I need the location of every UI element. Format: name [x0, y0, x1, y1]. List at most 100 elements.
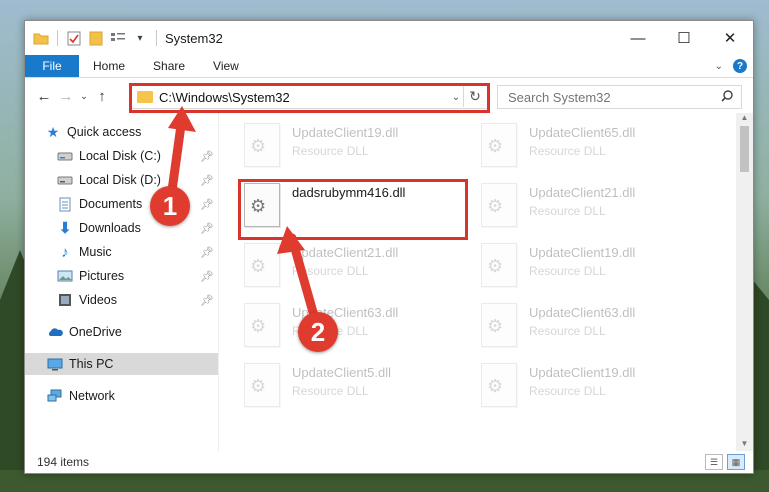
file-name: UpdateClient19.dll: [529, 245, 636, 260]
tab-view[interactable]: View: [199, 55, 253, 77]
music-icon: ♪: [61, 243, 69, 261]
sidebar-item-local-disk-d[interactable]: Local Disk (D:) 📌︎: [25, 169, 218, 191]
pin-icon[interactable]: 📌︎: [200, 150, 214, 163]
dll-file-icon: ⚙: [481, 183, 517, 227]
sidebar-item-downloads[interactable]: ⬇ Downloads 📌︎: [25, 217, 218, 239]
file-item[interactable]: ⚙ UpdateClient65.dll Resource DLL: [481, 121, 711, 171]
dll-file-icon: ⚙: [481, 243, 517, 287]
sidebar-item-music[interactable]: ♪ Music 📌︎: [25, 241, 218, 263]
sidebar-item-label: OneDrive: [69, 325, 122, 339]
file-name: UpdateClient21.dll: [292, 245, 399, 260]
file-item[interactable]: ⚙ UpdateClient63.dllResource DLL: [244, 301, 474, 351]
recent-locations-icon[interactable]: ⌄: [77, 91, 91, 102]
forward-arrow-icon[interactable]: →: [55, 88, 77, 105]
details-view-icon[interactable]: ☰: [705, 454, 723, 470]
dll-file-icon: ⚙: [481, 363, 517, 407]
customize-toolbar-icon[interactable]: [110, 30, 126, 46]
sidebar-item-label: This PC: [69, 357, 114, 371]
file-item[interactable]: ⚙ UpdateClient19.dll Resource DLL: [481, 241, 711, 291]
step-1-badge: 1: [150, 186, 190, 226]
file-item[interactable]: ⚙ UpdateClient63.dllResource DLL: [481, 301, 711, 351]
file-name: UpdateClient21.dll: [529, 185, 636, 200]
window-controls: — ☐ ✕: [615, 21, 753, 55]
item-count: 194 items: [37, 455, 90, 469]
file-name: dadsrubymm416.dll: [292, 185, 406, 200]
tab-share[interactable]: Share: [139, 55, 199, 77]
status-bar: 194 items ☰ ▦: [25, 451, 753, 473]
step-2-badge: 2: [298, 312, 338, 352]
pin-icon[interactable]: 📌︎: [200, 294, 214, 307]
sidebar-item-quick-access[interactable]: ★ Quick access: [25, 121, 218, 143]
sidebar-item-label: Local Disk (D:): [79, 173, 161, 187]
quick-access-toolbar: ▾: [25, 30, 159, 46]
sidebar-item-this-pc[interactable]: This PC: [25, 353, 218, 375]
file-list: ⚙ UpdateClient19.dll Resource DLL ⚙ Updat…: [219, 113, 753, 451]
properties-icon[interactable]: [66, 30, 82, 46]
sidebar-item-videos[interactable]: Videos 📌︎: [25, 289, 218, 311]
pictures-icon: [57, 268, 73, 284]
address-bar[interactable]: C:\Windows\System32 ⌄: [130, 85, 490, 109]
help-icon[interactable]: ?: [733, 59, 747, 73]
dll-file-icon: ⚙: [481, 303, 517, 347]
file-description: Resource DLL: [292, 264, 369, 278]
file-name: UpdateClient5.dll: [292, 365, 392, 380]
up-arrow-icon[interactable]: ↑: [91, 88, 113, 105]
pin-icon[interactable]: 📌︎: [200, 246, 214, 259]
sidebar-item-onedrive[interactable]: OneDrive: [25, 321, 218, 343]
file-name: UpdateClient19.dll: [529, 365, 636, 380]
file-item[interactable]: ⚙ UpdateClient21.dll Resource DLL: [244, 241, 474, 291]
pin-icon[interactable]: 📌︎: [200, 174, 214, 187]
sidebar-item-label: Videos: [79, 293, 117, 307]
search-input[interactable]: [506, 88, 710, 106]
videos-icon: [57, 292, 73, 308]
vertical-scrollbar[interactable]: ▲ ▼: [736, 113, 753, 451]
downloads-icon: ⬇: [58, 220, 72, 237]
large-icons-view-icon[interactable]: ▦: [727, 454, 745, 470]
pin-icon[interactable]: 📌︎: [200, 222, 214, 235]
navigation-bar: ← → ⌄ ↑ C:\Windows\System32 ⌄ ↻: [25, 78, 753, 114]
drive-icon: [57, 172, 73, 188]
scroll-up-icon[interactable]: ▲: [736, 113, 753, 125]
title-bar: ▾ System32 — ☐ ✕: [25, 21, 753, 55]
search-icon[interactable]: [721, 89, 733, 105]
scroll-down-icon[interactable]: ▼: [736, 439, 753, 451]
dll-file-icon: ⚙: [244, 123, 280, 167]
network-icon: [47, 388, 63, 404]
sidebar-item-label: Documents: [79, 197, 143, 211]
expand-ribbon-icon[interactable]: ⌄: [715, 61, 723, 72]
ribbon-right: ⌄ ?: [715, 55, 753, 77]
search-box[interactable]: [497, 85, 742, 109]
file-description: Resource DLL: [292, 384, 369, 398]
close-button[interactable]: ✕: [707, 21, 753, 55]
refresh-icon[interactable]: ↻: [463, 85, 486, 107]
file-item[interactable]: ⚙ UpdateClient5.dll Resource DLL: [244, 361, 474, 411]
sidebar-item-local-disk-c[interactable]: Local Disk (C:) 📌︎: [25, 145, 218, 167]
tab-home[interactable]: Home: [79, 55, 139, 77]
dll-file-icon: ⚙: [244, 303, 280, 347]
file-item[interactable]: ⚙ UpdateClient19.dll Resource DLL: [244, 121, 474, 171]
back-arrow-icon[interactable]: ←: [33, 88, 55, 105]
maximize-button[interactable]: ☐: [661, 21, 707, 55]
folder-icon[interactable]: [33, 30, 49, 46]
file-item[interactable]: ⚙ UpdateClient21.dll Resource DLL: [481, 181, 711, 231]
minimize-button[interactable]: —: [615, 21, 661, 55]
star-icon: ★: [46, 123, 60, 140]
sidebar-item-network[interactable]: Network: [25, 385, 218, 407]
dll-file-icon: ⚙: [244, 243, 280, 287]
onedrive-icon: [47, 324, 63, 340]
new-folder-icon[interactable]: [88, 30, 104, 46]
pin-icon[interactable]: 📌︎: [200, 198, 214, 211]
explorer-window: ▾ System32 — ☐ ✕ File Home Share View ⌄ …: [24, 20, 754, 474]
file-description: Resource DLL: [529, 324, 606, 338]
file-item-dadsrubymm416[interactable]: ⚙ dadsrubymm416.dll: [244, 181, 474, 231]
file-description: Resource DLL: [529, 204, 606, 218]
file-description: Resource DLL: [529, 144, 606, 158]
view-switcher: ☰ ▦: [705, 454, 745, 470]
pin-icon[interactable]: 📌︎: [200, 270, 214, 283]
navigation-pane: ★ Quick access Local Disk (C:) 📌︎ Local …: [25, 113, 219, 451]
file-item[interactable]: ⚙ UpdateClient19.dll Resource DLL: [481, 361, 711, 411]
tab-file[interactable]: File: [25, 55, 79, 77]
scrollbar-thumb[interactable]: [740, 126, 749, 172]
dropdown-arrow-icon[interactable]: ▾: [132, 30, 148, 46]
sidebar-item-pictures[interactable]: Pictures 📌︎: [25, 265, 218, 287]
